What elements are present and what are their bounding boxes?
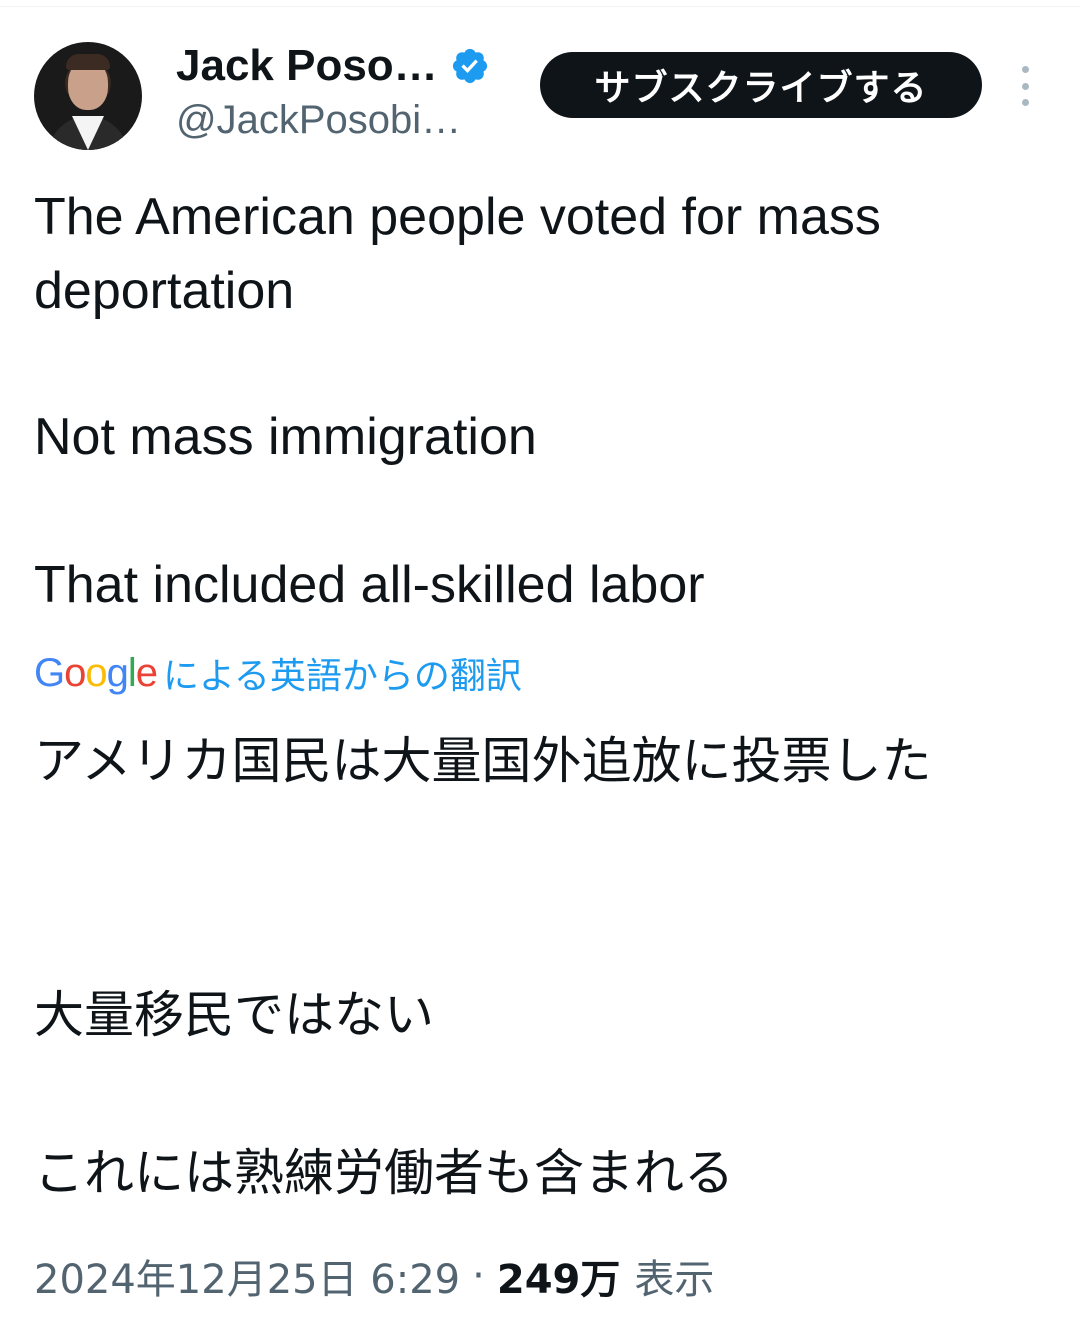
- verified-badge-icon[interactable]: [450, 46, 490, 86]
- translation-label[interactable]: による英語からの翻訳: [163, 647, 522, 699]
- subscribe-button[interactable]: サブスクライブする: [540, 52, 982, 118]
- views-count[interactable]: 249万: [497, 1247, 621, 1305]
- tweet-text-en-1: The American people voted for mass depor…: [34, 180, 1044, 328]
- tweet-timestamp[interactable]: 2024年12月25日 6:29: [34, 1247, 460, 1305]
- more-icon[interactable]: [1008, 66, 1042, 106]
- translated-paragraph: アメリカ国民は大量国外追放に投票した: [34, 732, 932, 790]
- tweet-text-ja-2: 大量移民ではない: [34, 976, 1044, 1054]
- tweet-text-ja-3: これには熟練労働者も含まれる: [34, 1134, 1044, 1212]
- translation-attribution[interactable]: Google による英語からの翻訳: [34, 646, 522, 700]
- more-icon-dot: [1021, 66, 1029, 73]
- tweet-paragraph: That included all-skilled labor: [34, 556, 705, 614]
- avatar-hair: [66, 54, 110, 70]
- views-label: 表示: [634, 1257, 715, 1303]
- meta-separator: ·: [472, 1253, 485, 1299]
- author-display-name[interactable]: Jack Poso…: [176, 41, 438, 91]
- tweet-meta: 2024年12月25日 6:29 · 249万 表示: [34, 1246, 714, 1306]
- tweet-paragraph: Not mass immigration: [34, 408, 537, 466]
- more-icon-dot: [1021, 82, 1029, 90]
- google-logo: Google: [34, 650, 158, 695]
- translated-paragraph: 大量移民ではない: [34, 986, 434, 1044]
- top-divider: [0, 6, 1080, 7]
- author-name-row[interactable]: Jack Poso…: [176, 38, 490, 94]
- tweet-text-ja-1: アメリカ国民は大量国外追放に投票した: [34, 722, 1014, 800]
- tweet-text-en-3: That included all-skilled labor: [34, 548, 1044, 622]
- tweet-text-en-2: Not mass immigration: [34, 400, 1044, 474]
- author-handle[interactable]: @JackPosobi…: [176, 98, 461, 143]
- tweet-paragraph: The American people voted for mass depor…: [34, 188, 881, 320]
- translated-paragraph: これには熟練労働者も含まれる: [34, 1144, 734, 1202]
- avatar[interactable]: [34, 42, 142, 150]
- more-icon-dot: [1021, 99, 1029, 106]
